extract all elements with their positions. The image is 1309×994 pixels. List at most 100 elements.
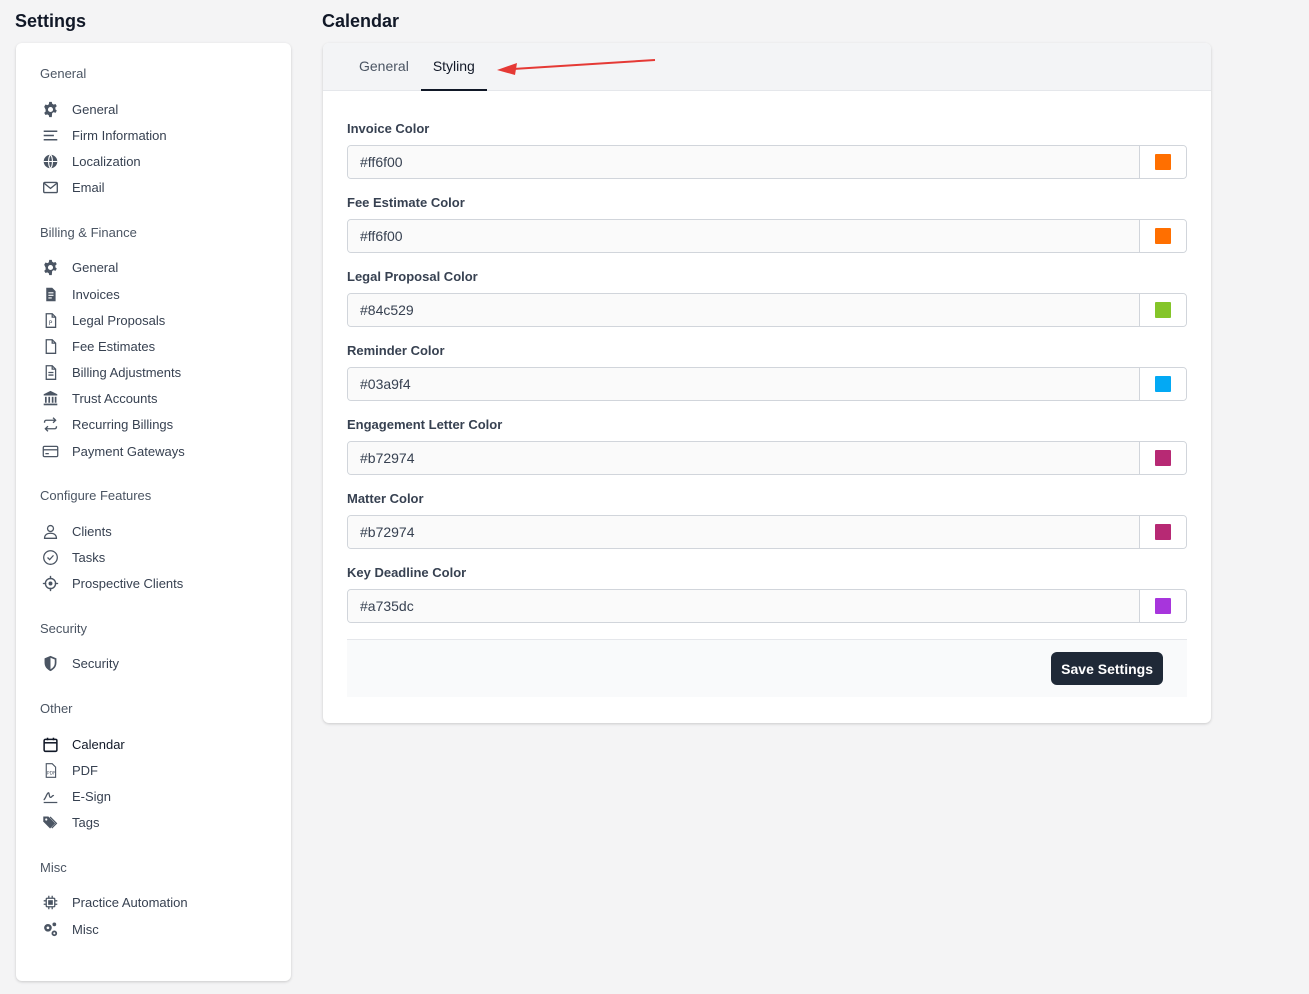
signature-icon xyxy=(40,786,60,806)
chip-icon xyxy=(40,893,60,913)
sidebar-item-general-localization[interactable]: Localization xyxy=(40,148,291,174)
sidebar-item-label: Security xyxy=(72,656,119,672)
nav-section-heading: Billing & Finance xyxy=(40,224,137,240)
form-footer: Save Settings xyxy=(347,639,1187,697)
sidebar-item-security-security[interactable]: Security xyxy=(40,651,291,677)
settings-title: Settings xyxy=(15,11,87,31)
color-picker-button[interactable] xyxy=(1139,294,1186,326)
field-key-deadline-color: Key Deadline Color xyxy=(347,565,1187,623)
sidebar-item-label: PDF xyxy=(72,762,98,778)
legal-proposal-color-input[interactable] xyxy=(348,294,1139,326)
color-input-group xyxy=(347,219,1187,253)
field-label: Matter Color xyxy=(347,491,424,506)
sidebar-item-other-tags[interactable]: Tags xyxy=(40,810,291,836)
invoice-color-input[interactable] xyxy=(348,146,1139,178)
nav-section-heading: Configure Features xyxy=(40,488,152,504)
color-picker-button[interactable] xyxy=(1139,442,1186,474)
nav-section-security: Security Security xyxy=(16,621,291,677)
nav-section-billing-and-finance: Billing & Finance General Invoices P Legal P… xyxy=(16,225,291,465)
sidebar-item-billing-and-finance-recurring-billings[interactable]: Recurring Billings xyxy=(40,412,291,438)
sidebar-item-general-email[interactable]: Email xyxy=(40,175,291,201)
invoice-icon xyxy=(40,284,60,304)
sidebar-item-label: Payment Gateways xyxy=(72,443,185,459)
sidebar-item-label: Tags xyxy=(72,815,100,831)
sidebar-item-billing-and-finance-payment-gateways[interactable]: Payment Gateways xyxy=(40,438,291,464)
gear-icon xyxy=(40,258,60,278)
globe-icon xyxy=(40,151,60,171)
sidebar-item-label: Localization xyxy=(72,153,141,169)
sidebar-item-configure-features-tasks[interactable]: Tasks xyxy=(40,544,291,570)
nav-section-misc: Misc Practice Automation Misc xyxy=(16,860,291,942)
sidebar-item-label: Firm Information xyxy=(72,127,167,143)
matter-color-input[interactable] xyxy=(348,516,1139,548)
sidebar-item-billing-and-finance-billing-adjustments[interactable]: Billing Adjustments xyxy=(40,360,291,386)
lines-icon xyxy=(40,125,60,145)
color-picker-button[interactable] xyxy=(1139,590,1186,622)
tab-styling[interactable]: Styling xyxy=(420,43,487,91)
sidebar-item-label: Recurring Billings xyxy=(72,417,174,433)
sidebar-item-general-firm-information[interactable]: Firm Information xyxy=(40,122,291,148)
sidebar-item-other-calendar[interactable]: Calendar xyxy=(40,731,291,757)
sidebar-item-billing-and-finance-invoices[interactable]: Invoices xyxy=(40,281,291,307)
shield-icon xyxy=(40,654,60,674)
sidebar-item-configure-features-clients[interactable]: Clients xyxy=(40,518,291,544)
color-input-group xyxy=(347,441,1187,475)
sidebar-item-label: Calendar xyxy=(72,736,125,752)
sidebar-item-label: Misc xyxy=(72,921,99,937)
sidebar-item-label: E-Sign xyxy=(72,788,112,804)
fee-estimate-color-input[interactable] xyxy=(348,220,1139,252)
nav-section-heading: Security xyxy=(40,620,87,636)
color-swatch xyxy=(1155,376,1171,392)
sidebar-item-other-pdf[interactable]: PDF PDF xyxy=(40,757,291,783)
color-picker-button[interactable] xyxy=(1139,516,1186,548)
sidebar-item-misc-misc[interactable]: Misc xyxy=(40,916,291,942)
sidebar-item-misc-practice-automation[interactable]: Practice Automation xyxy=(40,890,291,916)
document-p-icon: P xyxy=(40,310,60,330)
field-label: Invoice Color xyxy=(347,121,430,136)
save-settings-button[interactable]: Save Settings xyxy=(1051,652,1163,685)
sidebar-item-label: Legal Proposals xyxy=(72,312,166,328)
key-deadline-color-input[interactable] xyxy=(348,590,1139,622)
color-input-group xyxy=(347,293,1187,327)
tags-icon xyxy=(40,813,60,833)
annotation-arrow-icon xyxy=(497,59,656,75)
sidebar-item-billing-and-finance-trust-accounts[interactable]: Trust Accounts xyxy=(40,386,291,412)
sidebar-item-label: Fee Estimates xyxy=(72,338,156,354)
repeat-icon xyxy=(40,415,60,435)
field-label: Reminder Color xyxy=(347,343,445,358)
sidebar-item-billing-and-finance-general[interactable]: General xyxy=(40,255,291,281)
document-icon xyxy=(40,336,60,356)
sidebar-item-label: Practice Automation xyxy=(72,895,188,911)
engagement-letter-color-input[interactable] xyxy=(348,442,1139,474)
sidebar-item-label: Email xyxy=(72,180,105,196)
color-picker-button[interactable] xyxy=(1139,146,1186,178)
user-icon xyxy=(40,521,60,541)
sidebar-item-configure-features-prospective-clients[interactable]: Prospective Clients xyxy=(40,571,291,597)
sidebar-item-other-e-sign[interactable]: E-Sign xyxy=(40,783,291,809)
page-title: Calendar xyxy=(322,11,400,31)
color-swatch xyxy=(1155,598,1171,614)
field-fee-estimate-color: Fee Estimate Color xyxy=(347,195,1187,253)
color-swatch xyxy=(1155,228,1171,244)
document-lines-icon xyxy=(40,363,60,383)
reminder-color-input[interactable] xyxy=(348,368,1139,400)
field-engagement-letter-color: Engagement Letter Color xyxy=(347,417,1187,475)
field-reminder-color: Reminder Color xyxy=(347,343,1187,401)
tab-bar: General Styling xyxy=(323,43,1211,91)
sidebar-item-billing-and-finance-legal-proposals[interactable]: P Legal Proposals xyxy=(40,307,291,333)
color-picker-button[interactable] xyxy=(1139,220,1186,252)
field-label: Fee Estimate Color xyxy=(347,195,465,210)
settings-sidebar: General General Firm Information Localizati… xyxy=(16,43,291,981)
sidebar-item-label: Trust Accounts xyxy=(72,391,158,407)
sidebar-item-label: General xyxy=(72,101,119,117)
sidebar-item-label: Invoices xyxy=(72,286,120,302)
sidebar-item-label: General xyxy=(72,260,119,276)
field-invoice-color: Invoice Color xyxy=(347,121,1187,179)
calendar-icon xyxy=(40,734,60,754)
field-label: Key Deadline Color xyxy=(347,565,467,580)
color-picker-button[interactable] xyxy=(1139,368,1186,400)
sidebar-item-general-general[interactable]: General xyxy=(40,96,291,122)
tab-general[interactable]: General xyxy=(347,43,421,91)
styling-form: Invoice Color Fee Estimate Color Legal Pro… xyxy=(323,91,1211,623)
sidebar-item-billing-and-finance-fee-estimates[interactable]: Fee Estimates xyxy=(40,333,291,359)
